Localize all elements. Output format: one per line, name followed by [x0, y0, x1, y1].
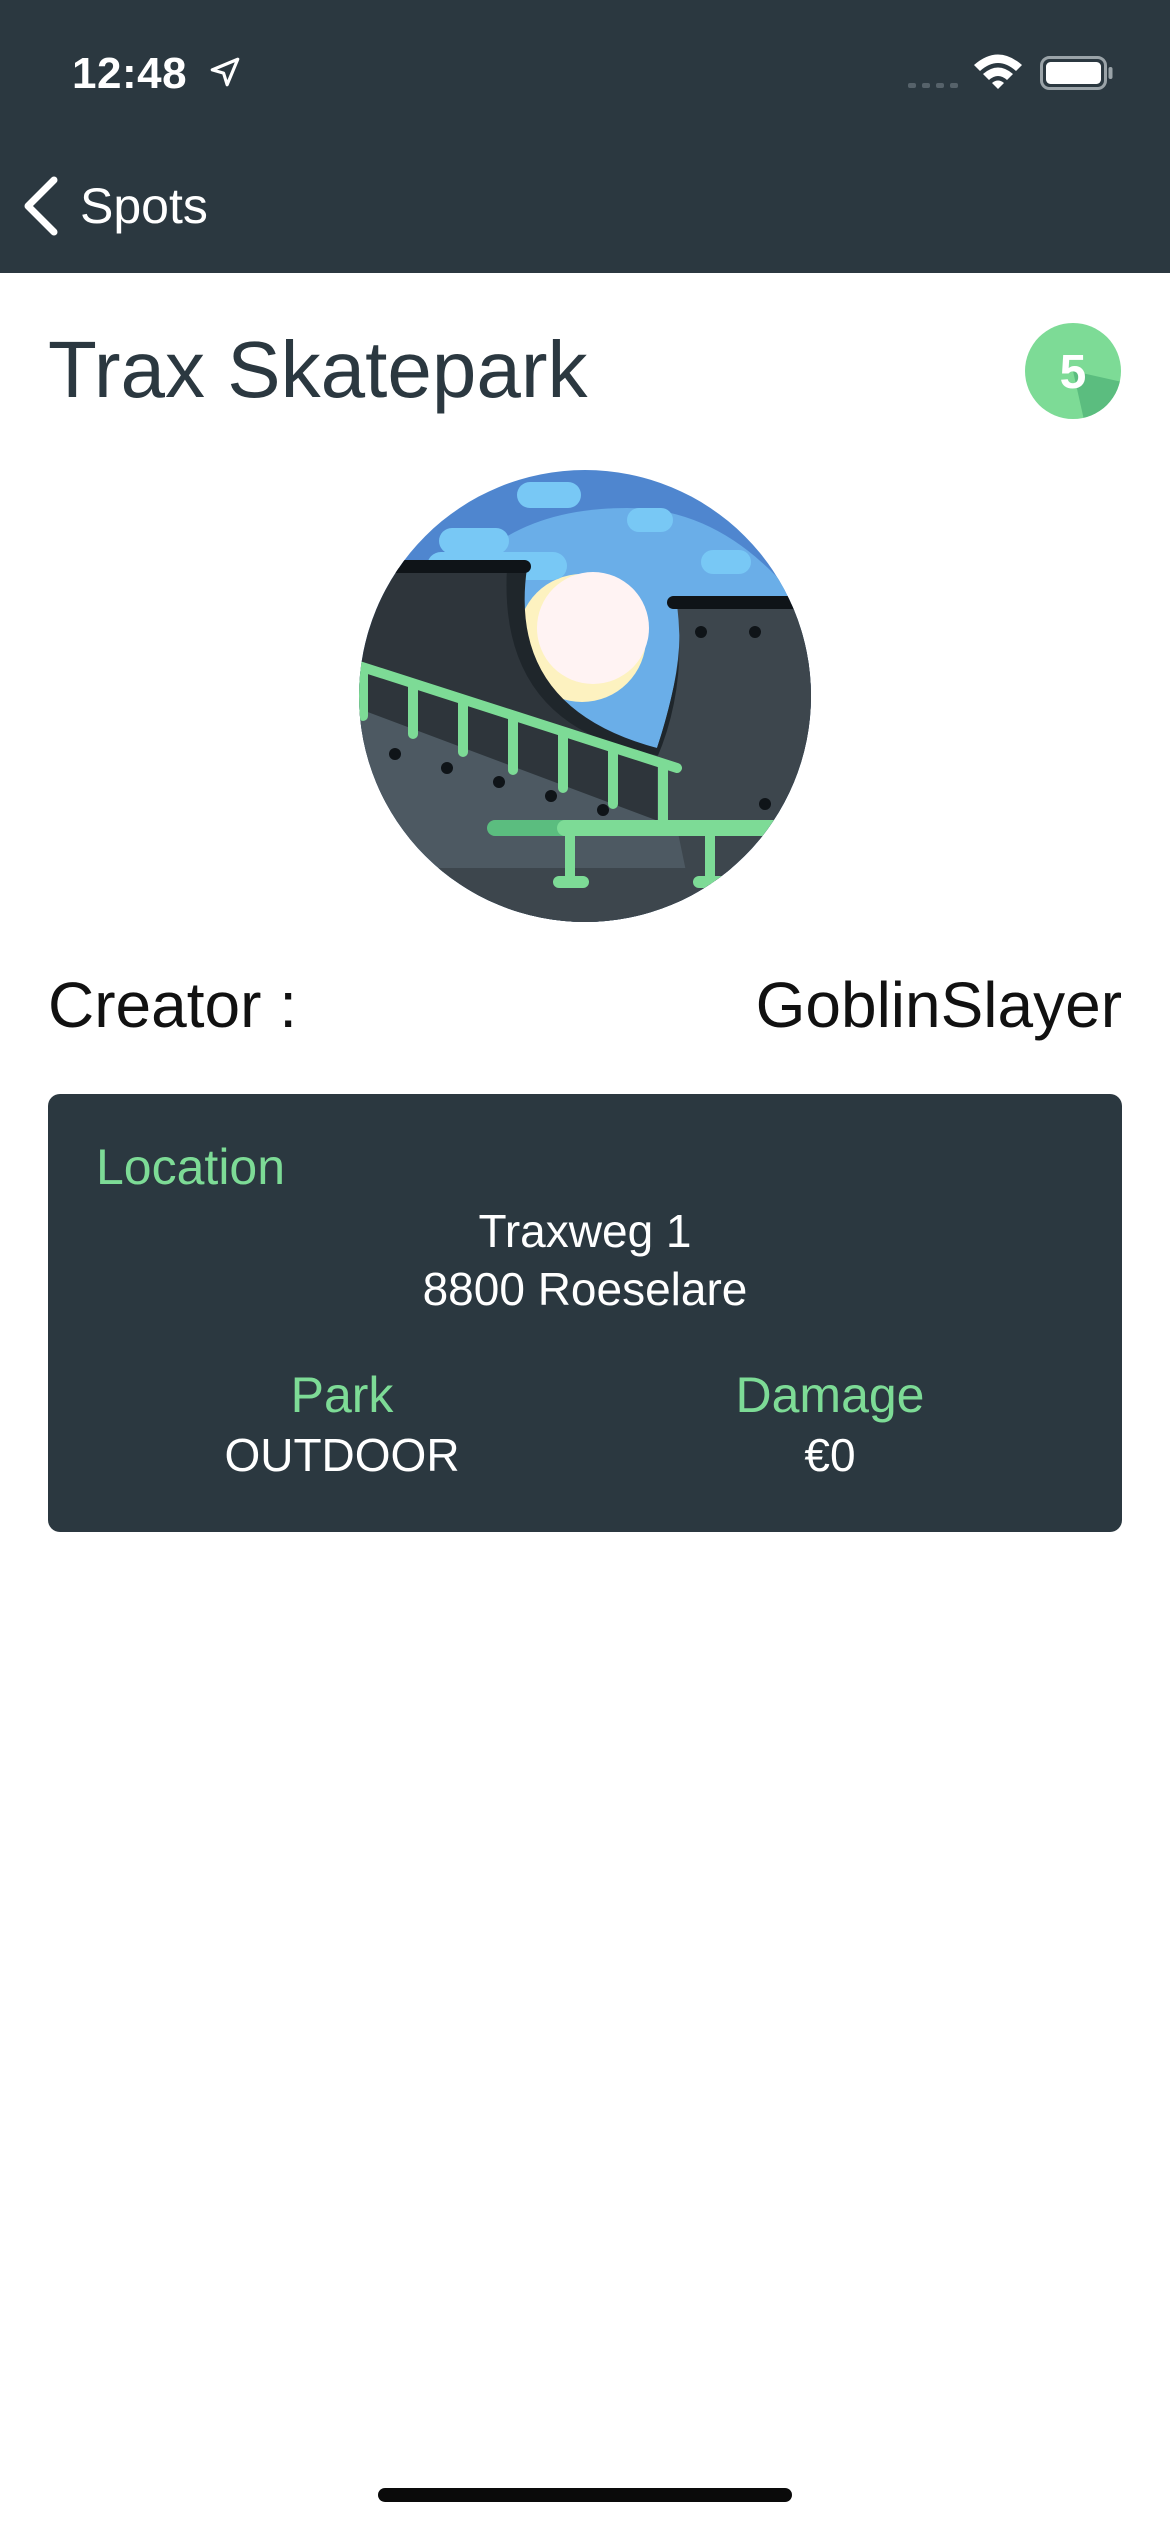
location-arrow-icon [210, 57, 240, 87]
damage-label: Damage [735, 1367, 925, 1423]
battery-icon [1040, 56, 1113, 90]
status-time: 12:48 [72, 49, 188, 98]
rating-badge: 5 [1025, 323, 1121, 419]
address-line-2: 8800 Roeselare [422, 1263, 748, 1315]
home-indicator[interactable] [378, 2488, 792, 2502]
location-label: Location [96, 1139, 286, 1195]
cellular-signal-icon [908, 83, 958, 88]
wifi-icon [974, 54, 1022, 89]
chevron-left-icon [24, 176, 58, 236]
creator-label: Creator : [48, 969, 297, 1041]
skatepark-illustration [359, 470, 811, 922]
park-label: Park [290, 1367, 394, 1423]
details-card: Location Traxweg 1 8800 Roeselare Park O… [48, 1094, 1122, 1532]
park-value: OUTDOOR [224, 1429, 460, 1481]
address-line-1: Traxweg 1 [478, 1205, 692, 1257]
park-stat: Park OUTDOOR [142, 1364, 542, 1484]
rating-value: 5 [1060, 346, 1087, 399]
creator-name: GoblinSlayer [755, 969, 1122, 1041]
top-bar: 12:48 Spots [0, 0, 1170, 273]
damage-value: €0 [804, 1429, 856, 1481]
back-label: Spots [80, 178, 208, 234]
damage-stat: Damage €0 [630, 1364, 1030, 1484]
creator-row: Creator : GoblinSlayer [48, 960, 1122, 1050]
page-title: Trax Skatepark [48, 325, 588, 414]
back-button[interactable]: Spots [18, 170, 208, 242]
